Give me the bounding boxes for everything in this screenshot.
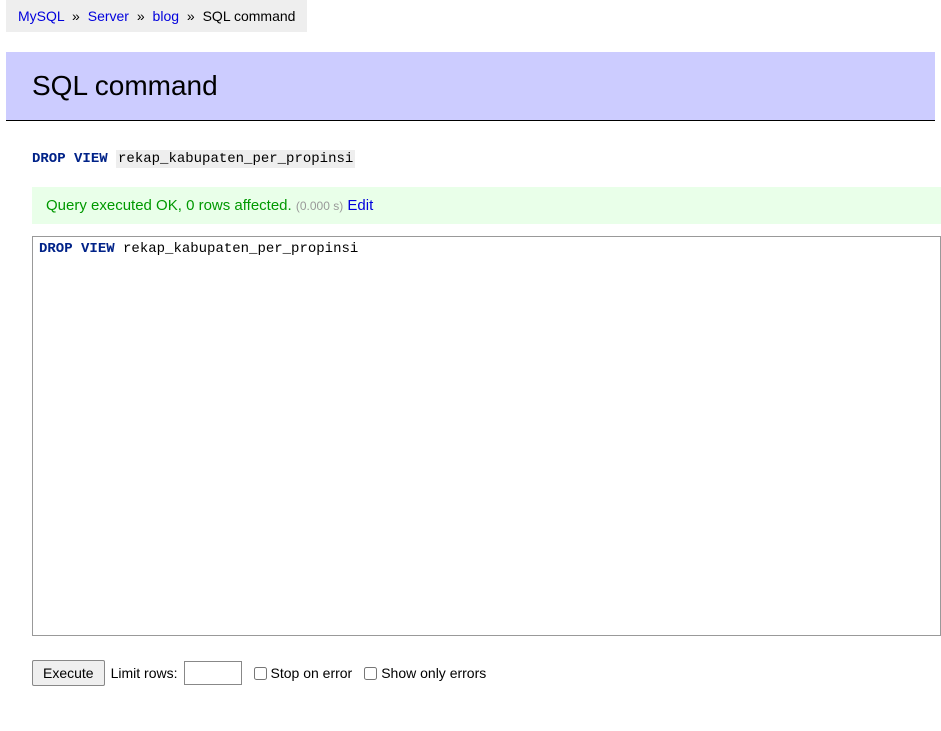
page-title: SQL command [32, 70, 909, 102]
breadcrumb-current: SQL command [203, 8, 296, 24]
query-result-message: Query executed OK, 0 rows affected. (0.0… [32, 187, 941, 224]
breadcrumb-separator: » [137, 8, 145, 24]
stop-on-error-label[interactable]: Stop on error [254, 665, 353, 681]
show-only-errors-label[interactable]: Show only errors [364, 665, 486, 681]
stop-on-error-checkbox[interactable] [254, 667, 267, 680]
sql-keyword: VIEW [81, 241, 115, 257]
breadcrumb-separator: » [72, 8, 80, 24]
breadcrumb-separator: » [187, 8, 195, 24]
execute-button[interactable]: Execute [32, 660, 105, 686]
editor-controls: Execute Limit rows: Stop on error Show o… [32, 660, 941, 686]
show-only-errors-text: Show only errors [381, 665, 486, 681]
limit-rows-input[interactable] [184, 661, 242, 685]
limit-rows-label: Limit rows: [111, 665, 178, 681]
breadcrumb-link-server[interactable]: Server [88, 8, 129, 24]
sql-keyword: VIEW [74, 151, 108, 167]
main-content: DROP VIEW rekap_kabupaten_per_propinsi Q… [32, 151, 941, 686]
sql-object: rekap_kabupaten_per_propinsi [116, 150, 355, 168]
breadcrumb: MySQL » Server » blog » SQL command [6, 0, 307, 32]
show-only-errors-checkbox[interactable] [364, 667, 377, 680]
sql-object: rekap_kabupaten_per_propinsi [123, 241, 358, 257]
executed-sql: DROP VIEW rekap_kabupaten_per_propinsi [32, 151, 941, 167]
breadcrumb-link-mysql[interactable]: MySQL [18, 8, 64, 24]
page-header: SQL command [6, 52, 935, 121]
sql-keyword: DROP [32, 151, 66, 167]
edit-link[interactable]: Edit [347, 197, 373, 214]
stop-on-error-text: Stop on error [271, 665, 353, 681]
result-ok: Query executed OK, 0 rows affected. [46, 197, 292, 214]
breadcrumb-link-blog[interactable]: blog [153, 8, 179, 24]
sql-keyword: DROP [39, 241, 73, 257]
result-timing: (0.000 s) [296, 199, 343, 213]
sql-editor[interactable]: DROP VIEW rekap_kabupaten_per_propinsi [32, 236, 941, 636]
